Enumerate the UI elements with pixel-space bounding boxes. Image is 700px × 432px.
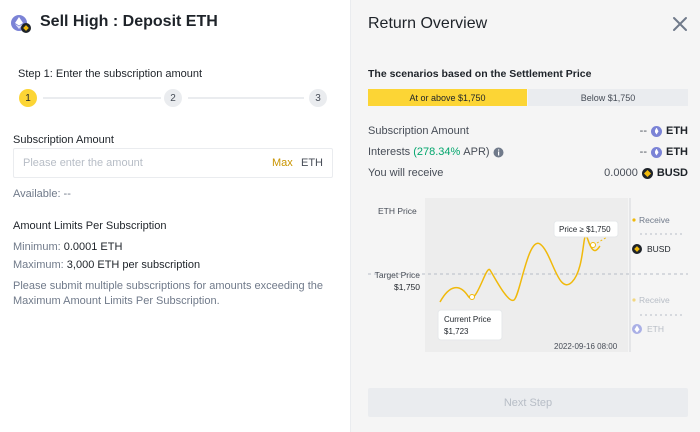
subscription-amount-row-value: -- ETH bbox=[640, 125, 688, 137]
interests-apr: (278.34% bbox=[413, 146, 461, 158]
eth-icon bbox=[651, 125, 662, 137]
minimum-limit: Minimum: 0.0001 ETH bbox=[13, 241, 122, 253]
busd-icon bbox=[641, 167, 653, 179]
step-3-indicator: 3 bbox=[309, 89, 327, 107]
tab-below[interactable]: Below $1,750 bbox=[528, 89, 688, 106]
amount-input[interactable] bbox=[23, 155, 243, 171]
target-price-label: Target Price bbox=[375, 270, 421, 280]
price-condition-label: Price ≥ $1,750 bbox=[559, 225, 611, 234]
maximum-label: Maximum: bbox=[13, 259, 64, 271]
interests-apr-suffix: APR) bbox=[463, 146, 490, 158]
maximum-limit: Maximum: 3,000 ETH per subscription bbox=[13, 259, 200, 271]
info-icon[interactable] bbox=[493, 147, 504, 158]
receive-eth-label: Receive bbox=[639, 295, 670, 305]
receive-value: 0.0000 bbox=[604, 167, 638, 179]
panel-title: Return Overview bbox=[368, 15, 488, 32]
deposit-panel bbox=[0, 0, 350, 432]
amount-input-box: Max ETH bbox=[13, 148, 333, 178]
limits-title: Amount Limits Per Subscription bbox=[13, 220, 167, 232]
receive-row-value: 0.0000 BUSD bbox=[604, 167, 688, 179]
target-price-value: $1,750 bbox=[394, 282, 420, 292]
receive-eth-dot bbox=[632, 298, 636, 302]
tab-at-or-above[interactable]: At or above $1,750 bbox=[368, 89, 527, 106]
available-balance: Available: -- bbox=[13, 188, 71, 200]
step-label: Step 1: Enter the subscription amount bbox=[18, 68, 203, 80]
minimum-label: Minimum: bbox=[13, 241, 61, 253]
subscription-amount-value: -- bbox=[639, 125, 647, 137]
scenario-title: The scenarios based on the Settlement Pr… bbox=[368, 68, 592, 80]
subscription-amount-row-label: Subscription Amount bbox=[368, 125, 469, 137]
current-price-value: $1,723 bbox=[444, 327, 469, 336]
step-connector-1 bbox=[43, 97, 161, 99]
minimum-value: 0.0001 ETH bbox=[63, 241, 123, 253]
receive-unit: BUSD bbox=[656, 167, 688, 179]
eth-icon bbox=[651, 146, 662, 158]
settlement-date: 2022-09-16 08:00 bbox=[554, 342, 618, 351]
current-price-point bbox=[469, 294, 475, 300]
input-unit: ETH bbox=[301, 157, 323, 169]
receive-busd-dot bbox=[632, 218, 636, 222]
page-title: Sell High : Deposit ETH bbox=[40, 13, 218, 30]
receive-eth-unit: ETH bbox=[647, 324, 664, 334]
interests-value: -- bbox=[639, 146, 647, 158]
step-1-indicator: 1 bbox=[19, 89, 37, 107]
interests-label: Interests bbox=[368, 146, 411, 158]
return-scenario-chart: ETH Price Target Price $1,750 Current Pr… bbox=[368, 198, 688, 352]
receive-busd-unit: BUSD bbox=[647, 244, 671, 254]
subscription-amount-label: Subscription Amount bbox=[13, 134, 114, 146]
interests-unit: ETH bbox=[666, 146, 688, 158]
subscription-amount-unit: ETH bbox=[666, 125, 688, 137]
step-2-indicator: 2 bbox=[164, 89, 182, 107]
step-connector-2 bbox=[188, 97, 304, 99]
next-step-button[interactable]: Next Step bbox=[368, 388, 688, 417]
interests-row-label: Interests (278.34% APR) bbox=[368, 146, 504, 158]
limits-note: Please submit multiple subscriptions for… bbox=[13, 280, 323, 307]
current-price-label: Current Price bbox=[444, 315, 492, 324]
max-button[interactable]: Max bbox=[272, 157, 293, 169]
eth-coin-icon bbox=[11, 15, 31, 33]
receive-busd-label: Receive bbox=[639, 215, 670, 225]
maximum-value: 3,000 ETH per subscription bbox=[66, 259, 201, 271]
close-icon[interactable] bbox=[671, 15, 689, 33]
eth-price-axis-label: ETH Price bbox=[378, 206, 417, 216]
settlement-price-point bbox=[590, 242, 596, 248]
interests-row-value: -- ETH bbox=[640, 146, 688, 158]
receive-row-label: You will receive bbox=[368, 167, 444, 179]
